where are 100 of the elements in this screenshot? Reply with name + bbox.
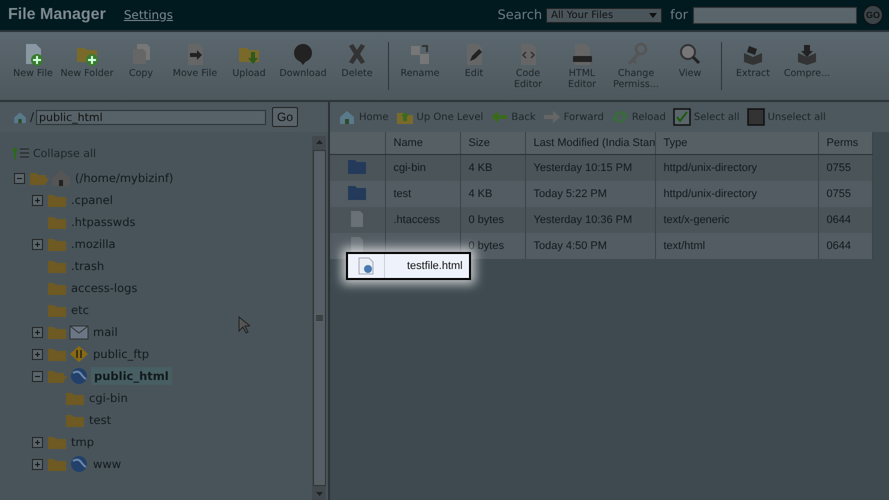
scrollbar[interactable]: [312, 136, 326, 500]
folder-icon: [347, 158, 368, 174]
document-icon: [350, 210, 364, 228]
file-type: text/x-generic: [664, 214, 730, 226]
toolbar-button[interactable]: Code Editor: [501, 42, 555, 90]
toolbar-button[interactable]: Change Permiss...: [609, 42, 663, 90]
folder-icon: [47, 192, 67, 208]
envelope-icon: [69, 323, 89, 341]
tree-item[interactable]: www: [91, 456, 124, 472]
search-field[interactable]: [693, 6, 857, 24]
html-document-icon: [570, 42, 594, 66]
ftp-icon: [69, 345, 89, 363]
home-icon: [338, 108, 356, 126]
file-name: cgi-bin: [394, 162, 426, 174]
checkbox-checked-icon: [672, 108, 691, 126]
folder-icon: [47, 302, 67, 318]
folder-icon: [47, 456, 67, 472]
search-label: Search: [497, 8, 542, 22]
file-size: 4 KB: [468, 162, 492, 174]
file-size: 0 bytes: [468, 214, 504, 226]
toggle-icon[interactable]: [32, 370, 43, 382]
open-folder-icon: [47, 368, 67, 384]
cursor-icon: [238, 316, 250, 334]
folder-icon: [47, 214, 67, 230]
tree-item[interactable]: cgi-bin: [87, 390, 130, 406]
tree-item[interactable]: .cpanel: [69, 192, 115, 208]
document-icon: [350, 236, 364, 254]
caret-icon: [649, 12, 658, 18]
folder-icon: [47, 346, 67, 362]
file-size: 4 KB: [468, 188, 492, 200]
toolbar-button[interactable]: HTML Editor: [555, 42, 609, 90]
for-label: for: [670, 8, 688, 22]
folder-icon: [47, 434, 67, 450]
folder-icon: [47, 280, 67, 296]
toggle-icon[interactable]: [32, 194, 43, 206]
home-icon: [12, 110, 28, 124]
toolbar-button[interactable]: Download: [276, 42, 330, 79]
tree-item[interactable]: test: [87, 412, 114, 428]
tree-item[interactable]: .htpasswds: [69, 214, 138, 230]
toolbar-button[interactable]: Move File: [168, 42, 222, 79]
drag-preview[interactable]: testfile.html: [346, 252, 471, 280]
toolbar-button[interactable]: New Folder: [60, 42, 114, 79]
file-size: 0 bytes: [468, 240, 504, 252]
file-name: test: [394, 188, 412, 200]
tree-item[interactable]: public_html: [91, 367, 172, 385]
path-field[interactable]: public_html: [36, 110, 266, 124]
column-header[interactable]: Type: [664, 137, 688, 149]
house-icon: [51, 169, 71, 187]
file-name: .htaccess: [394, 214, 440, 226]
tree-item[interactable]: access-logs: [69, 280, 140, 296]
arrow-left-icon: [490, 108, 508, 126]
column-header[interactable]: Size: [468, 137, 490, 149]
file-name: testfile.html: [407, 260, 463, 272]
toolbar-button[interactable]: Upload: [222, 42, 276, 79]
file-type: httpd/unix-directory: [664, 162, 758, 174]
toggle-icon[interactable]: [32, 326, 43, 338]
toggle-icon[interactable]: [32, 238, 43, 250]
tree-item[interactable]: public_ftp: [91, 346, 152, 362]
tree-item[interactable]: tmp: [69, 434, 96, 450]
folder-icon: [47, 324, 67, 340]
tree-item[interactable]: (/home/mybizinf): [73, 170, 176, 186]
tree-item[interactable]: etc: [69, 302, 91, 318]
toolbar-button[interactable]: Rename: [393, 42, 447, 79]
toolbar-button[interactable]: Delete: [330, 42, 384, 79]
toggle-icon[interactable]: [32, 458, 43, 470]
collapse-icon: [12, 147, 30, 159]
toolbar-button[interactable]: New File: [6, 42, 60, 79]
go-button[interactable]: GO: [863, 5, 883, 25]
modified-date: Yesterday 10:15 PM: [534, 162, 632, 174]
folder-icon: [47, 258, 67, 274]
toggle-icon[interactable]: [32, 348, 43, 360]
toggle-icon[interactable]: [14, 172, 25, 184]
search-icon: [678, 42, 702, 66]
scope-dropdown[interactable]: All Your Files: [546, 8, 662, 22]
modified-date: Today 5:22 PM: [534, 188, 607, 200]
scroll-down-icon[interactable]: [316, 492, 322, 496]
grip-icon: [316, 315, 322, 321]
tree-item[interactable]: .mozilla: [69, 236, 118, 252]
go-button[interactable]: Go: [272, 107, 298, 127]
web-document-icon: [358, 257, 374, 275]
globe-icon: [69, 455, 89, 473]
toolbar-button[interactable]: Compre...: [780, 42, 834, 79]
toggle-icon[interactable]: [32, 436, 43, 448]
toolbar-button[interactable]: Edit: [447, 42, 501, 79]
file-permissions: 0644: [826, 214, 851, 226]
tree-item[interactable]: .trash: [69, 258, 106, 274]
tree-item[interactable]: mail: [91, 324, 120, 340]
open-folder-icon: [29, 170, 49, 186]
folder-icon: [347, 184, 368, 200]
box-icon: [795, 42, 819, 66]
toolbar-button[interactable]: View: [663, 42, 717, 79]
toolbar-button[interactable]: Copy: [114, 42, 168, 79]
settings-link[interactable]: Settings: [124, 8, 174, 22]
file-type: text/html: [664, 240, 706, 252]
toolbar-button[interactable]: Extract: [726, 42, 780, 79]
modified-date: Today 4:50 PM: [534, 240, 607, 252]
scroll-up-icon[interactable]: [316, 140, 322, 144]
ball-icon: [291, 42, 315, 66]
file-type: httpd/unix-directory: [664, 188, 758, 200]
reload-icon: [610, 108, 629, 126]
